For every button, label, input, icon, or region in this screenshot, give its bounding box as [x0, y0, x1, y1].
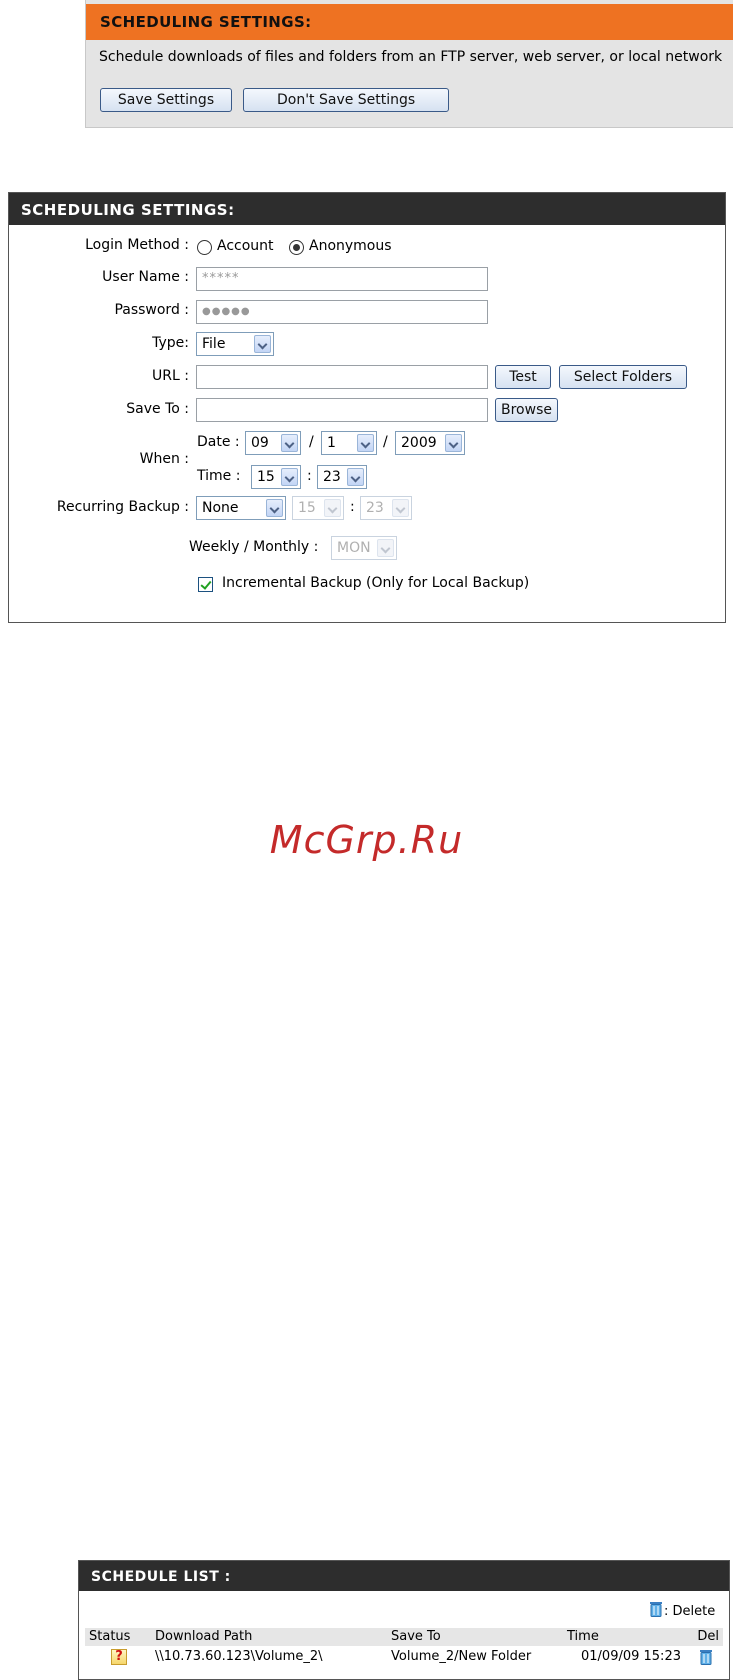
chevron-down-icon [347, 468, 364, 486]
date-day-value: 1 [327, 435, 336, 451]
url-label: URL : [152, 368, 189, 384]
save-settings-button[interactable]: Save Settings [100, 88, 232, 112]
recurring-hour-value: 15 [298, 500, 316, 516]
time-minute-value: 23 [323, 469, 341, 485]
schedule-list-title: SCHEDULE LIST : [79, 1561, 729, 1591]
time-hour-select[interactable]: 15 [251, 465, 301, 489]
column-header-save-to: Save To [387, 1628, 563, 1646]
schedule-list-panel: SCHEDULE LIST : : Delete Status Download… [78, 1560, 730, 1680]
chevron-down-icon [357, 434, 374, 452]
incremental-backup-label: Incremental Backup (Only for Local Backu… [222, 575, 530, 591]
chevron-down-icon [281, 468, 298, 486]
top-settings-panel: SCHEDULING SETTINGS: Schedule downloads … [85, 0, 733, 128]
chevron-down-icon [392, 499, 409, 517]
account-radio[interactable] [197, 240, 212, 255]
anonymous-radio-label: Anonymous [309, 238, 392, 254]
test-button[interactable]: Test [495, 365, 551, 389]
chevron-down-icon [445, 434, 462, 452]
user-name-label: User Name : [102, 269, 189, 285]
row-time: 01/09/09 15:23 [581, 1649, 681, 1664]
date-year-select[interactable]: 2009 [395, 431, 465, 455]
chevron-down-icon [266, 499, 283, 517]
account-radio-label: Account [217, 238, 274, 254]
recurring-backup-label: Recurring Backup : [56, 499, 189, 515]
recurring-minute-select: 23 [360, 496, 412, 520]
time-minute-select[interactable]: 23 [317, 465, 367, 489]
column-header-download-path: Download Path [151, 1628, 387, 1646]
weekly-monthly-label: Weekly / Monthly : [189, 539, 319, 555]
date-separator: / [309, 434, 314, 450]
recurring-backup-value: None [202, 500, 239, 516]
recurring-backup-select[interactable]: None [196, 496, 286, 520]
time-separator: : [307, 468, 312, 484]
column-header-time: Time [563, 1628, 675, 1646]
time-hour-value: 15 [257, 469, 275, 485]
watermark: McGrp.Ru [269, 818, 464, 862]
time-label: Time : [197, 468, 241, 484]
date-label: Date : [197, 434, 240, 450]
recurring-time-separator: : [350, 499, 355, 515]
weekly-monthly-value: MON [337, 540, 371, 556]
date-month-value: 09 [251, 435, 269, 451]
row-download-path: \\10.73.60.123\Volume_2\ [155, 1649, 323, 1664]
recurring-minute-value: 23 [366, 500, 384, 516]
date-month-select[interactable]: 09 [245, 431, 301, 455]
save-to-label: Save To : [126, 401, 189, 417]
delete-legend: : Delete [664, 1604, 716, 1619]
scheduling-settings-panel: SCHEDULING SETTINGS: Login Method : Acco… [8, 192, 726, 623]
row-save-to: Volume_2/New Folder [391, 1649, 532, 1664]
password-input[interactable]: ●●●●● [196, 300, 488, 324]
top-panel-title: SCHEDULING SETTINGS: [86, 4, 733, 40]
trash-icon[interactable] [699, 1649, 713, 1665]
date-day-select[interactable]: 1 [321, 431, 377, 455]
chevron-down-icon [377, 539, 394, 557]
weekly-monthly-select: MON [331, 536, 397, 560]
password-label: Password : [114, 302, 189, 318]
column-header-status: Status [85, 1628, 151, 1646]
top-panel-description: Schedule downloads of files and folders … [99, 49, 723, 65]
date-year-value: 2009 [401, 435, 437, 451]
type-select-value: File [202, 336, 226, 352]
status-unknown-icon: ? [111, 1649, 127, 1665]
when-label: When : [139, 451, 189, 467]
url-input[interactable] [196, 365, 488, 389]
browse-button[interactable]: Browse [495, 398, 558, 422]
save-to-input[interactable] [196, 398, 488, 422]
chevron-down-icon [324, 499, 341, 517]
chevron-down-icon [281, 434, 298, 452]
trash-icon [650, 1602, 662, 1617]
dont-save-settings-button[interactable]: Don't Save Settings [243, 88, 450, 112]
incremental-backup-checkbox[interactable] [198, 577, 213, 592]
recurring-hour-select: 15 [292, 496, 344, 520]
scheduling-settings-title: SCHEDULING SETTINGS: [9, 193, 725, 225]
login-method-label: Login Method : [85, 237, 189, 253]
date-separator: / [383, 434, 388, 450]
user-name-input[interactable]: ***** [196, 267, 488, 291]
column-header-del: Del [675, 1628, 723, 1646]
anonymous-radio[interactable] [289, 240, 304, 255]
chevron-down-icon [254, 335, 271, 353]
type-label: Type: [152, 335, 189, 351]
type-select[interactable]: File [196, 332, 274, 356]
select-folders-button[interactable]: Select Folders [559, 365, 687, 389]
